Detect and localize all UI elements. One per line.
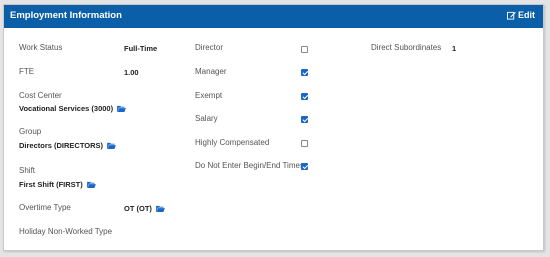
- do-not-enter-times-label: Do Not Enter Begin/End Times: [195, 161, 304, 170]
- group-value: Directors (DIRECTORS): [19, 141, 116, 150]
- group-label: Group: [19, 127, 42, 136]
- edit-button[interactable]: Edit: [507, 10, 535, 20]
- director-checkbox[interactable]: [301, 46, 308, 53]
- direct-subordinates-label: Direct Subordinates: [371, 43, 442, 52]
- edit-label: Edit: [518, 10, 535, 20]
- exempt-label: Exempt: [195, 91, 223, 100]
- director-label: Director: [195, 43, 224, 52]
- salary-label: Salary: [195, 114, 218, 123]
- shift-label: Shift: [19, 166, 36, 175]
- work-status-label: Work Status: [19, 43, 63, 52]
- overtime-type-value: OT (OT): [124, 204, 165, 213]
- edit-icon: [507, 11, 516, 20]
- overtime-type-label: Overtime Type: [19, 203, 71, 212]
- panel-title: Employment Information: [10, 10, 122, 21]
- manager-label: Manager: [195, 67, 227, 76]
- salary-checkbox[interactable]: [301, 116, 308, 123]
- manager-checkbox[interactable]: [301, 69, 308, 76]
- folder-open-icon[interactable]: [107, 142, 116, 149]
- group-text: Directors (DIRECTORS): [19, 141, 104, 150]
- fte-value: 1.00: [124, 68, 139, 77]
- folder-open-icon[interactable]: [117, 105, 126, 112]
- fte-label: FTE: [19, 67, 35, 76]
- shift-value: First Shift (FIRST): [19, 180, 96, 189]
- highly-compensated-label: Highly Compensated: [195, 138, 270, 147]
- folder-open-icon[interactable]: [156, 205, 165, 212]
- work-status-value: Full-Time: [124, 44, 158, 53]
- direct-subordinates-value: 1: [452, 44, 457, 53]
- cost-center-text: Vocational Services (3000): [19, 104, 114, 113]
- highly-compensated-checkbox[interactable]: [301, 140, 308, 147]
- exempt-checkbox[interactable]: [301, 93, 308, 100]
- folder-open-icon[interactable]: [86, 181, 96, 188]
- cost-center-value: Vocational Services (3000): [19, 104, 126, 113]
- shift-text: First Shift (FIRST): [19, 180, 83, 189]
- employment-information-panel: Employment Information Edit Work Status …: [3, 4, 544, 251]
- panel-header: Employment Information Edit: [4, 5, 543, 28]
- do-not-enter-times-checkbox[interactable]: [301, 163, 308, 170]
- holiday-non-worked-type-label: Holiday Non-Worked Type: [19, 227, 113, 236]
- overtime-type-text: OT (OT): [124, 204, 152, 213]
- cost-center-label: Cost Center: [19, 91, 62, 100]
